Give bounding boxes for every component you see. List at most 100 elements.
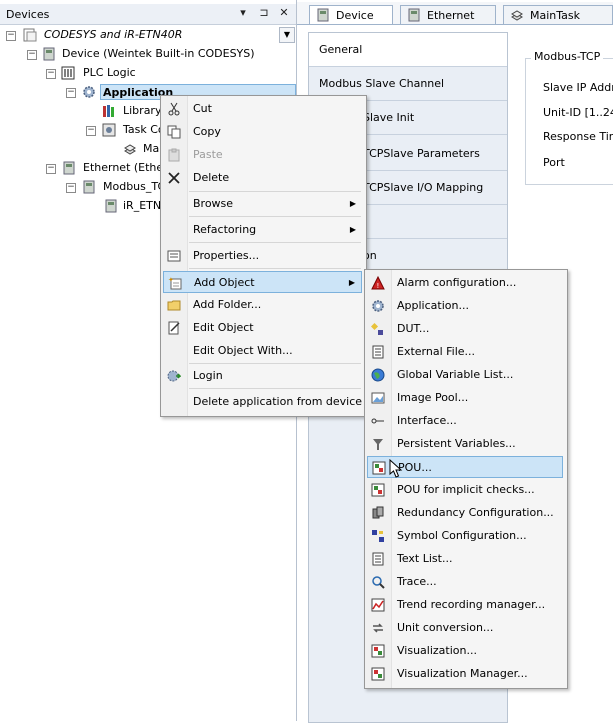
submenu-item-application[interactable]: Application... — [367, 295, 563, 317]
image-pool-icon — [371, 392, 385, 404]
menu-item-label: Delete — [193, 171, 230, 184]
collapse-icon[interactable]: − — [27, 50, 37, 60]
collapse-icon[interactable]: − — [46, 69, 56, 79]
menu-item-properties[interactable]: Properties... — [163, 245, 362, 267]
panel-menu-icon[interactable]: ▾ — [236, 6, 250, 20]
menu-item-edit-object[interactable]: Edit Object — [163, 317, 362, 339]
menu-item-label: Text List... — [397, 552, 453, 565]
menu-item-copy[interactable]: Copy — [163, 121, 362, 143]
menu-item-paste[interactable]: Paste — [163, 144, 362, 166]
menu-separator — [189, 268, 361, 269]
submenu-item-dut[interactable]: DUT... — [367, 318, 563, 340]
login-icon — [167, 370, 181, 382]
trace-icon — [372, 576, 385, 589]
maintask-tab-icon — [511, 10, 523, 21]
menu-item-label: Login — [193, 369, 223, 382]
tree-item-label: Task Co — [123, 123, 165, 136]
menu-item-cut[interactable]: Cut — [163, 98, 362, 120]
slave-ip-label: Slave IP Addre — [543, 81, 613, 94]
menu-item-label: Add Object — [194, 276, 255, 289]
menu-item-label: Interface... — [397, 414, 457, 427]
collapse-icon[interactable]: − — [6, 31, 16, 41]
submenu-item-persistent-variables[interactable]: Persistent Variables... — [367, 433, 563, 455]
visualization-icon — [371, 644, 385, 658]
symbol-config-icon — [372, 530, 384, 542]
add-object-icon: ✦ — [168, 276, 182, 290]
interface-icon — [371, 418, 384, 424]
submenu-item-visualization[interactable]: Visualization... — [367, 640, 563, 662]
menu-item-delete[interactable]: Delete — [163, 167, 362, 189]
submenu-item-alarm-configuration[interactable]: ! Alarm configuration... — [367, 272, 563, 294]
submenu-item-interface[interactable]: Interface... — [367, 410, 563, 432]
collapse-icon[interactable]: − — [66, 88, 76, 98]
submenu-item-trend-recording-manager[interactable]: Trend recording manager... — [367, 594, 563, 616]
menu-item-browse[interactable]: Browse ▶ — [163, 193, 362, 215]
tree-item-label: PLC Logic — [83, 66, 136, 79]
submenu-item-redundancy-configuration[interactable]: Redundancy Configuration... — [367, 502, 563, 524]
submenu-item-visualization-manager[interactable]: Visualization Manager... — [367, 663, 563, 685]
submenu-item-external-file[interactable]: External File... — [367, 341, 563, 363]
menu-item-delete-from-device[interactable]: Delete application from device — [163, 391, 362, 413]
ethernet-icon — [63, 161, 75, 175]
menu-item-edit-object-with[interactable]: Edit Object With... — [163, 340, 362, 362]
menu-item-label: Symbol Configuration... — [397, 529, 527, 542]
tree-item-label: iR_ETN- — [123, 199, 166, 212]
task-config-icon — [102, 123, 116, 137]
menu-item-login[interactable]: Login — [163, 365, 362, 387]
menu-item-label: Trace... — [397, 575, 437, 588]
menu-item-label: DUT... — [397, 322, 430, 335]
pin-icon[interactable]: ⊐ — [257, 6, 271, 20]
response-time-label: Response Tim — [543, 130, 613, 143]
tab-ethernet[interactable]: Ethernet — [400, 5, 496, 24]
menu-item-add-object[interactable]: ✦ Add Object ▶ — [163, 271, 362, 293]
library-icon — [103, 105, 114, 117]
text-list-icon — [372, 552, 384, 566]
edit-object-icon — [168, 321, 180, 335]
submenu-item-symbol-configuration[interactable]: Symbol Configuration... — [367, 525, 563, 547]
menu-item-label: Unit conversion... — [397, 621, 494, 634]
submenu-item-unit-conversion[interactable]: Unit conversion... — [367, 617, 563, 639]
close-icon[interactable]: ✕ — [277, 6, 291, 20]
svg-text:!: ! — [377, 282, 380, 290]
tab-maintask[interactable]: MainTask — [503, 5, 613, 24]
module-icon — [105, 199, 117, 213]
collapse-icon[interactable]: − — [46, 164, 56, 174]
menu-item-label: Global Variable List... — [397, 368, 514, 381]
menu-item-label: Alarm configuration... — [397, 276, 517, 289]
menu-separator — [189, 191, 361, 192]
properties-icon — [167, 250, 181, 262]
submenu-item-text-list[interactable]: Text List... — [367, 548, 563, 570]
menu-separator — [189, 363, 361, 364]
menu-item-label: Add Folder... — [193, 298, 262, 311]
submenu-item-trace[interactable]: Trace... — [367, 571, 563, 593]
globe-icon — [371, 368, 385, 382]
menu-item-label: Redundancy Configuration... — [397, 506, 554, 519]
context-menu: Cut Copy Paste Delete Browse ▶ Refactori… — [160, 95, 367, 417]
submenu-item-pou-implicit-checks[interactable]: POU for implicit checks... — [367, 479, 563, 501]
menu-item-refactoring[interactable]: Refactoring ▶ — [163, 219, 362, 241]
tree-item-label: Modbus_TC — [103, 180, 166, 193]
tab-device[interactable]: Device — [309, 5, 393, 24]
svg-text:✦: ✦ — [168, 276, 174, 284]
menu-item-label: Browse — [193, 197, 234, 210]
devices-panel-header: Devices ▾ ⊐ ✕ — [0, 4, 296, 25]
menu-item-label: POU for implicit checks... — [397, 483, 535, 496]
copy-icon — [167, 125, 181, 139]
add-object-submenu: ! Alarm configuration... Application... … — [364, 269, 568, 689]
collapse-icon[interactable]: − — [86, 126, 96, 136]
tree-dropdown-button[interactable]: ▼ — [279, 27, 295, 43]
collapse-icon[interactable]: − — [66, 183, 76, 193]
menu-item-label: Paste — [193, 148, 223, 161]
ethernet-tab-icon — [408, 8, 420, 22]
submenu-item-global-variable-list[interactable]: Global Variable List... — [367, 364, 563, 386]
tab-label: MainTask — [530, 9, 580, 22]
submenu-arrow-icon: ▶ — [349, 225, 356, 234]
menu-item-label: Persistent Variables... — [397, 437, 516, 450]
folder-icon — [167, 300, 181, 311]
editor-tab-strip: Device Ethernet MainTask — [297, 2, 613, 25]
plc-logic-icon — [61, 66, 75, 80]
nav-general[interactable]: General — [309, 33, 507, 67]
menu-item-add-folder[interactable]: Add Folder... — [163, 294, 362, 316]
pou-icon — [372, 461, 386, 475]
submenu-item-image-pool[interactable]: Image Pool... — [367, 387, 563, 409]
